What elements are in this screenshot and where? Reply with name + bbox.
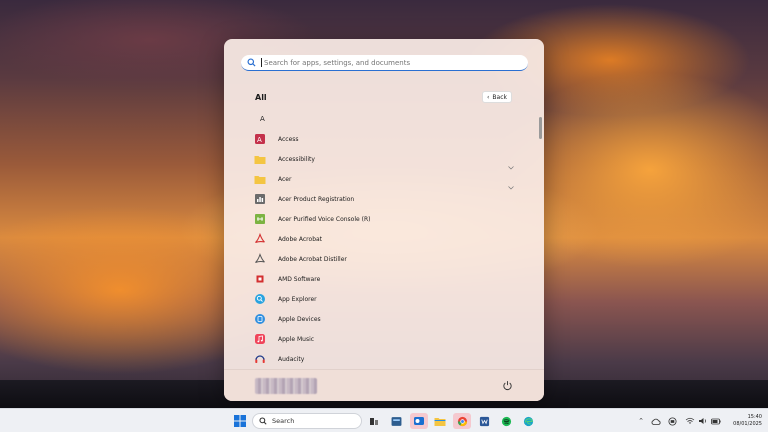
outlook-icon [414, 417, 424, 425]
app-list-item-label: Apple Devices [278, 315, 321, 323]
folder-icon [434, 417, 446, 426]
wifi-tray-button[interactable] [684, 413, 696, 429]
wifi-icon [685, 417, 695, 424]
app-list-item-label: AMD Software [278, 275, 321, 283]
clock-date: 08/01/2025 [733, 421, 762, 427]
app-list-item[interactable]: Apple Music [254, 329, 514, 349]
start-menu-footer [224, 369, 544, 401]
acer-registration-icon [254, 193, 266, 205]
app-list-item[interactable]: Acer [254, 169, 514, 190]
app-list-item-label: Adobe Acrobat [278, 235, 323, 243]
task-view-button[interactable] [366, 413, 382, 429]
clock-tray-button[interactable]: 15:40 08/01/2025 [724, 413, 762, 429]
app-list-item[interactable]: A Access [254, 129, 514, 149]
acer-voice-icon [254, 213, 266, 225]
taskbar-search-label: Search [272, 417, 295, 425]
file-explorer-button[interactable] [432, 413, 448, 429]
app-list-item[interactable]: App Explorer [254, 289, 514, 309]
word-app-button[interactable] [476, 413, 492, 429]
app-list-item-label: Adobe Acrobat Distiller [278, 255, 347, 263]
start-menu: All ‹ Back A A Access Accessibility Acer Ace… [224, 39, 544, 401]
onedrive-tray-button[interactable] [650, 413, 662, 429]
show-hidden-icons-button[interactable]: ⌃ [636, 413, 646, 429]
folder-icon [254, 173, 266, 185]
widgets-app-button[interactable] [388, 413, 404, 429]
power-icon[interactable] [502, 380, 513, 391]
search-icon [259, 417, 267, 425]
svg-text:A: A [257, 136, 262, 144]
tray-app-button[interactable] [666, 413, 678, 429]
app-list-item[interactable]: Acer Product Registration [254, 189, 514, 209]
volume-tray-button[interactable] [697, 413, 709, 429]
chevron-left-icon: ‹ [487, 93, 490, 101]
chevron-up-icon: ⌃ [638, 417, 644, 425]
apple-music-icon [254, 333, 266, 345]
app-list-item-label: Accessibility [278, 155, 315, 163]
app-list-item-label: App Explorer [278, 295, 317, 303]
spotify-icon [501, 416, 511, 426]
access-icon: A [254, 133, 266, 145]
battery-tray-button[interactable] [710, 413, 722, 429]
app-list-item[interactable]: AMD Software [254, 269, 514, 289]
clock-time: 15:40 [747, 414, 762, 420]
scrollbar-thumb[interactable] [539, 117, 542, 139]
speaker-icon [699, 418, 706, 424]
taskbar-search[interactable]: Search [252, 413, 362, 429]
all-apps-heading: All [255, 93, 267, 102]
apple-devices-icon [254, 313, 266, 325]
taskbar: Search ⌃ 15:40 08/01/2025 [0, 408, 768, 432]
app-list-item[interactable]: Acer Purified Voice Console (R) [254, 209, 514, 229]
app-list-item[interactable]: Audacity [254, 349, 514, 369]
app-list-item[interactable]: Apple Devices [254, 309, 514, 329]
acrobat-icon [254, 233, 266, 245]
app-list-item[interactable]: Adobe Acrobat [254, 229, 514, 249]
edge-icon [523, 416, 533, 426]
app-list-item-label: Apple Music [278, 335, 315, 343]
edge-app-button[interactable] [520, 413, 536, 429]
meet-icon [667, 416, 677, 426]
chrome-app-button[interactable] [453, 413, 471, 429]
letter-group-header[interactable]: A [260, 115, 265, 123]
folder-icon [254, 153, 266, 165]
app-list-item[interactable]: Accessibility [254, 149, 514, 170]
app-list-item[interactable]: Adobe Acrobat Distiller [254, 249, 514, 269]
text-caret [261, 58, 262, 67]
app-explorer-icon [254, 293, 266, 305]
battery-icon [711, 418, 721, 424]
app-list-item-label: Audacity [278, 355, 305, 363]
windows-logo-icon [234, 415, 246, 427]
start-button[interactable] [232, 413, 248, 429]
app-list-item-label: Acer Purified Voice Console (R) [278, 215, 371, 223]
user-account-button[interactable] [255, 378, 317, 394]
outlook-app-button[interactable] [410, 413, 428, 429]
spotify-app-button[interactable] [498, 413, 514, 429]
task-view-icon [370, 418, 378, 425]
start-search-box[interactable] [241, 55, 528, 71]
back-button[interactable]: ‹ Back [482, 91, 512, 103]
word-icon [479, 416, 489, 426]
acrobat-distiller-icon [254, 253, 266, 265]
chrome-icon [457, 416, 467, 426]
app-list-item-label: Acer [278, 175, 292, 183]
app-list: A Access Accessibility Acer Acer Product Reg… [254, 129, 514, 369]
back-button-label: Back [492, 93, 507, 101]
app-list-item-label: Access [278, 135, 299, 143]
app-list-item-label: Acer Product Registration [278, 195, 355, 203]
search-icon [247, 58, 256, 67]
start-search-input[interactable] [264, 58, 504, 67]
amd-icon [254, 273, 266, 285]
cloud-icon [651, 418, 661, 425]
audacity-icon [254, 353, 266, 365]
widgets-icon [391, 416, 401, 426]
